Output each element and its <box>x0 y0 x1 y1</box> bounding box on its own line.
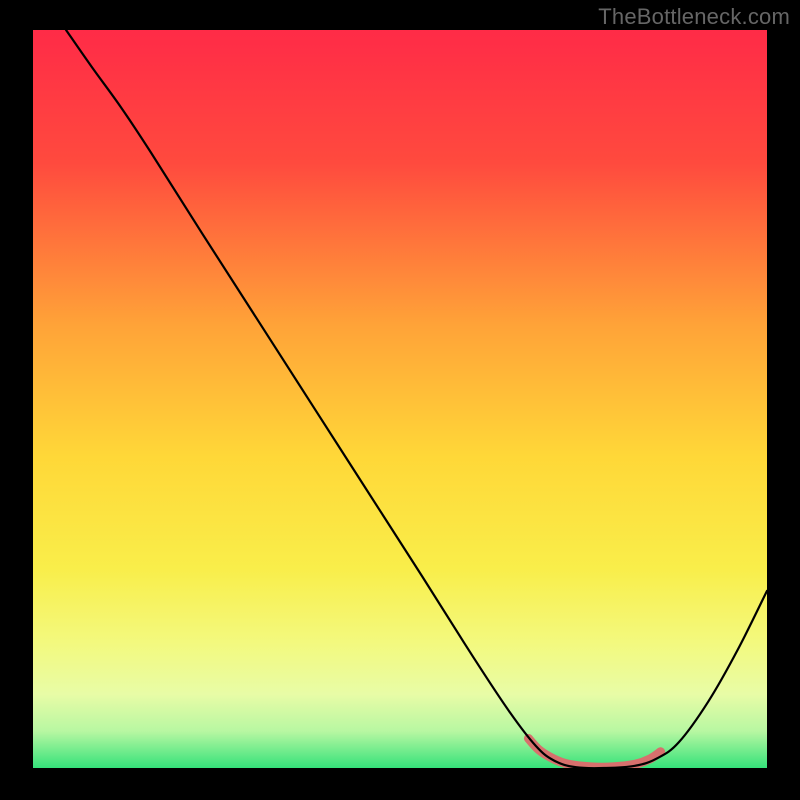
watermark-text: TheBottleneck.com <box>598 4 790 30</box>
chart-svg <box>33 30 767 768</box>
chart-frame: TheBottleneck.com <box>0 0 800 800</box>
plot-area <box>33 30 767 768</box>
